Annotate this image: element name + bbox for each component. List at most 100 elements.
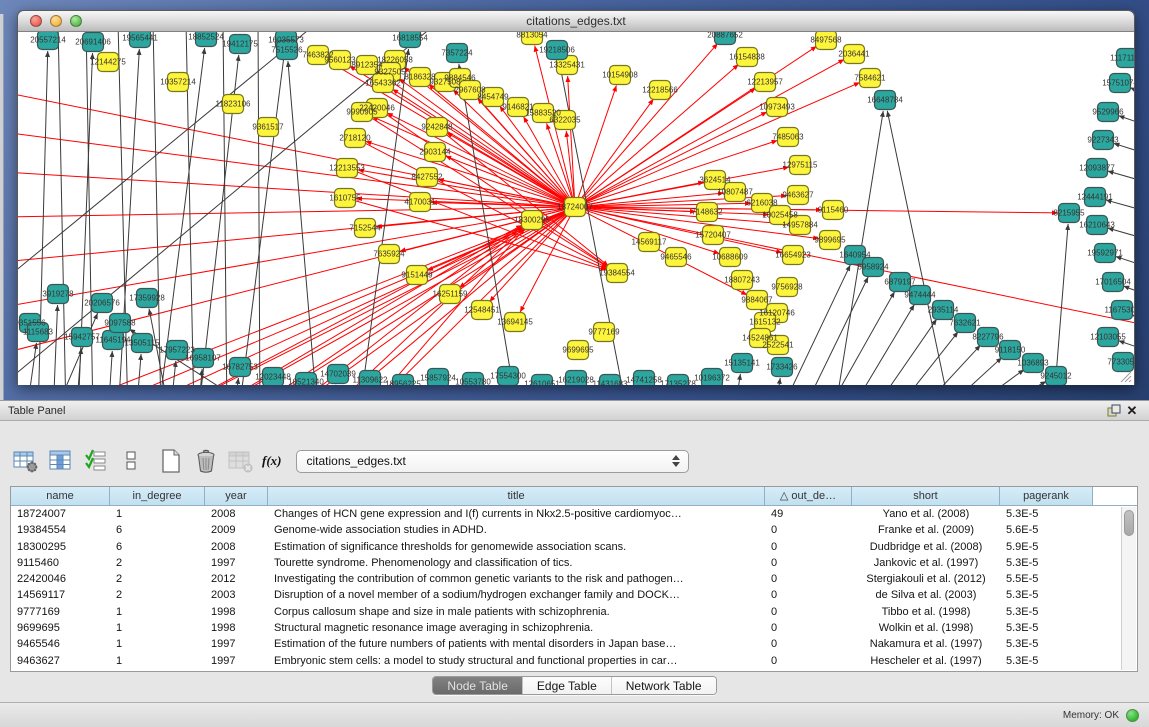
function-builder-icon[interactable]: f(x) [262, 453, 282, 469]
graph-node-label: 9118150 [995, 346, 1026, 355]
graph-edge[interactable] [278, 213, 567, 385]
table-cell: 2003 [205, 587, 268, 603]
graph-edge[interactable] [824, 292, 895, 385]
graph-edge[interactable] [959, 369, 1024, 385]
graph-edge[interactable] [1123, 286, 1134, 300]
table-select-combobox[interactable]: citations_edges.txt [296, 450, 689, 473]
graph-node-label: 7152544 [349, 224, 381, 233]
graph-edge[interactable] [108, 351, 112, 385]
graph-node-label: 7485063 [772, 133, 804, 142]
table-cell: 9465546 [11, 636, 110, 652]
table-row[interactable]: 1456911722003Disruption of a novel membe… [11, 587, 1137, 603]
merge-rows-icon[interactable] [117, 448, 145, 474]
graph-node-label: 6216038 [746, 199, 778, 208]
graph-node-label: 12444191 [1077, 193, 1113, 202]
tab-node-table[interactable]: Node Table [433, 677, 523, 694]
graph-edge[interactable] [937, 357, 1002, 385]
graph-node-label: 12093877 [1079, 164, 1115, 173]
graph-node-label: 1615132 [749, 318, 781, 327]
tab-edge-table[interactable]: Edge Table [523, 677, 612, 694]
column-header-out_de[interactable]: △ out_de… [765, 487, 852, 505]
table-row[interactable]: 946554611997Estimation of the future num… [11, 636, 1137, 652]
graph-edge[interactable] [223, 32, 227, 385]
network-window[interactable]: citations_edges.txt 18724007161548381221… [17, 10, 1135, 385]
table-row[interactable]: 1872400712008Changes of HCN gene express… [11, 506, 1137, 522]
delete-table-icon[interactable] [227, 448, 255, 474]
new-column-icon[interactable] [157, 448, 185, 474]
graph-node-label: 15751074 [1102, 79, 1134, 88]
graph-node-label: 9884546 [444, 74, 476, 83]
table-cell: 49 [765, 506, 852, 522]
graph-edge[interactable] [53, 305, 58, 385]
table-row[interactable]: 2242004622012Investigating the contribut… [11, 571, 1137, 587]
graph-edge[interactable] [1113, 143, 1134, 158]
table-row[interactable]: 1830029562008Estimation of significance … [11, 539, 1137, 555]
graph-edge[interactable] [1108, 228, 1134, 243]
graph-node-label: 7357224 [441, 49, 473, 58]
network-canvas[interactable]: 1872400716154838122139571097349374850631… [18, 32, 1134, 385]
table-row[interactable]: 1938455462009Genome-wide association stu… [11, 522, 1137, 538]
graph-edge[interactable] [914, 345, 981, 385]
delete-column-icon[interactable] [192, 448, 220, 474]
column-header-short[interactable]: short [852, 487, 1000, 505]
column-header-in_degree[interactable]: in_degree [110, 487, 205, 505]
scrollbar-thumb[interactable] [1124, 510, 1134, 536]
graph-edge[interactable] [136, 354, 141, 385]
column-header-title[interactable]: title [268, 487, 765, 505]
control-panel-edge[interactable] [0, 14, 4, 400]
graph-edge[interactable] [198, 369, 202, 385]
graph-node-label: 9529966 [1092, 108, 1124, 117]
graph-node-label: 12103055 [1090, 333, 1126, 342]
graph-edge[interactable] [18, 32, 318, 277]
graph-node-label: 17554300 [490, 372, 526, 381]
graph-edge[interactable] [891, 332, 958, 385]
graph-node-label: 8215955 [1053, 209, 1085, 218]
graph-edge[interactable] [18, 132, 565, 206]
table-panel-titlebar[interactable]: Table Panel ✕ [0, 400, 1149, 421]
graph-node-label: 13325431 [549, 61, 585, 70]
graph-node-label: 9151449 [401, 271, 433, 280]
graph-edge[interactable] [981, 381, 1046, 385]
graph-node-label: 9327505 [374, 68, 406, 77]
column-selection-icon[interactable] [82, 448, 110, 474]
memory-status-indicator[interactable] [1126, 709, 1139, 722]
graph-edge[interactable] [582, 43, 718, 199]
graph-edge[interactable] [158, 48, 205, 385]
table-row[interactable]: 977716911998Corpus callosum shape and si… [11, 604, 1137, 620]
column-header-year[interactable]: year [205, 487, 268, 505]
graph-edge[interactable] [1106, 200, 1134, 215]
table-row[interactable]: 946362711997Embryonic stem cells: a mode… [11, 653, 1137, 669]
graph-node-label: 9463627 [782, 191, 814, 200]
graph-node-label: 10025458 [762, 211, 798, 220]
graph-node-label: 16782753 [222, 363, 258, 372]
table-cell: 9777169 [11, 604, 110, 620]
graph-edge[interactable] [1115, 256, 1134, 271]
graph-edge[interactable] [1108, 171, 1134, 186]
table-row[interactable]: 969969511998Structural magnetic resonanc… [11, 620, 1137, 636]
close-panel-icon[interactable]: ✕ [1123, 403, 1141, 419]
column-header-name[interactable]: name [11, 487, 110, 505]
graph-node-label: 9990905 [346, 108, 378, 117]
graph-edge[interactable] [18, 209, 565, 352]
table-row[interactable]: 911546021997Tourette syndrome. Phenomeno… [11, 555, 1137, 571]
graph-node-label: 2522541 [762, 341, 794, 350]
graph-edge[interactable] [869, 319, 937, 385]
tab-network-table[interactable]: Network Table [612, 677, 716, 694]
network-window-titlebar[interactable]: citations_edges.txt [18, 11, 1134, 32]
graph-edge[interactable] [1118, 116, 1134, 130]
float-panel-icon[interactable] [1105, 403, 1123, 419]
graph-edge[interactable] [774, 378, 780, 385]
graph-node-label: 7584621 [854, 74, 886, 83]
table-vertical-scrollbar[interactable] [1121, 507, 1136, 670]
graph-edge[interactable] [258, 32, 260, 385]
graph-edge[interactable] [800, 277, 868, 385]
graph-edge[interactable] [238, 212, 567, 385]
window-resize-grip[interactable] [1119, 370, 1132, 383]
graph-edge[interactable] [1057, 224, 1068, 366]
graph-node-label: 18300295 [514, 216, 550, 225]
column-header-pagerank[interactable]: pagerank [1000, 487, 1093, 505]
table-mode-icon[interactable] [12, 448, 40, 474]
graph-edge[interactable] [447, 133, 567, 202]
graph-edge[interactable] [734, 374, 740, 385]
show-columns-icon[interactable] [47, 448, 75, 474]
